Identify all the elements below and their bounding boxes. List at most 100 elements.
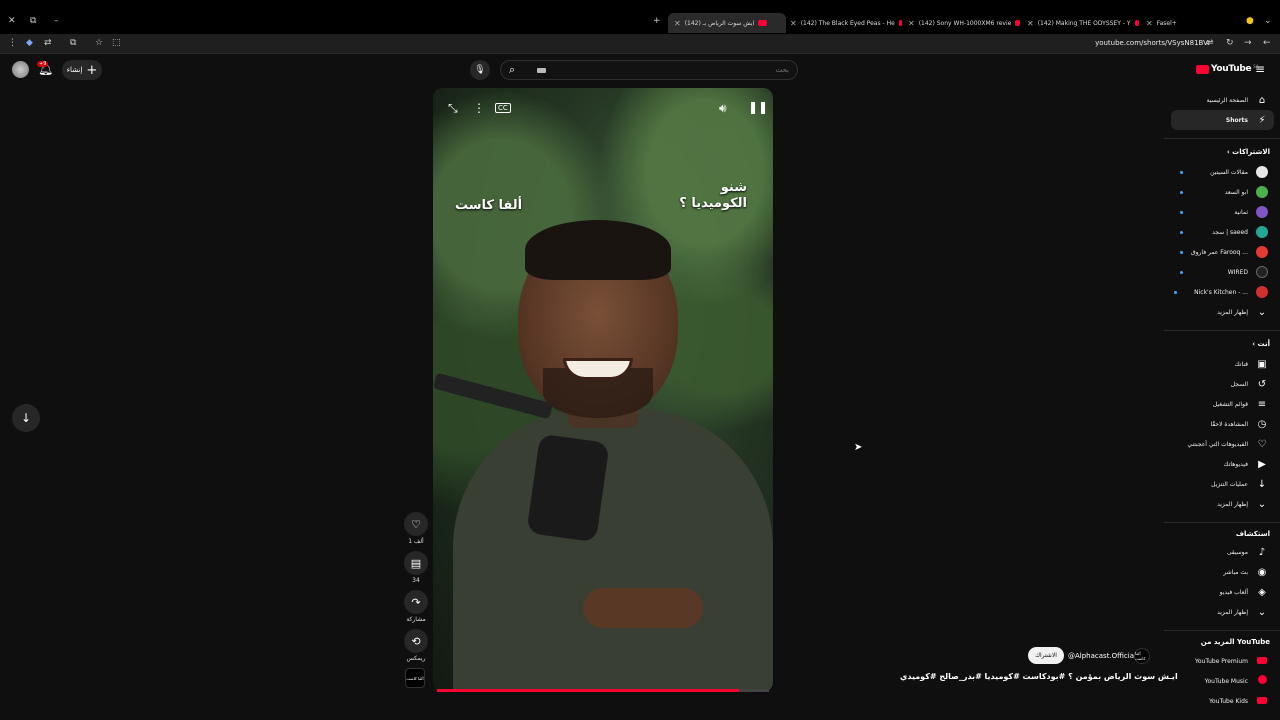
sidebar-item-downloads[interactable]: عمليات التنزيل ↓ bbox=[1164, 474, 1274, 494]
tab-close-icon[interactable]: ✕ bbox=[790, 19, 797, 28]
sidebar-item-music[interactable]: موسيقى ♪ bbox=[1164, 542, 1274, 562]
sidebar-show-more-subscriptions[interactable]: إظهار المزيد ⌄ bbox=[1164, 302, 1274, 322]
sidebar-item-your-videos[interactable]: فيديوهاتك ▶ bbox=[1164, 454, 1274, 474]
mouse-cursor-icon: ➤ bbox=[854, 442, 863, 453]
tab[interactable]: ✕ (142) Making THE ODYSSEY - Y bbox=[1027, 14, 1139, 32]
sidebar-item-shorts[interactable]: Shorts ⚡ bbox=[1171, 110, 1274, 130]
share-page-icon[interactable]: ⬚ bbox=[112, 38, 121, 48]
share-label: مشاركة bbox=[406, 616, 426, 623]
channel-avatar[interactable]: ألفا كاست bbox=[1134, 648, 1150, 664]
sidebar-item-subscription[interactable]: ثمانية bbox=[1164, 202, 1274, 222]
next-short-button[interactable]: ↓ bbox=[12, 404, 40, 432]
browser-menu-icon[interactable]: ⋮ bbox=[8, 38, 17, 48]
sidebar-item-youtube-kids[interactable]: YouTube Kids bbox=[1164, 691, 1274, 711]
sidebar-item-label: ثمانية bbox=[1234, 208, 1248, 216]
sidebar-item-watch-later[interactable]: المشاهدة لاحقًا ◷ bbox=[1164, 414, 1274, 434]
video-caption-left: ألفا كاست bbox=[455, 198, 523, 213]
tab-close-icon[interactable]: ✕ bbox=[674, 19, 681, 28]
share-button[interactable]: ↷ bbox=[404, 590, 428, 614]
subscriptions-heading[interactable]: ‹ الاشتراكات bbox=[1227, 148, 1270, 156]
you-title: أنت bbox=[1257, 340, 1270, 348]
profile-icon[interactable]: ◆ bbox=[26, 38, 33, 48]
logo-text: YouTube bbox=[1211, 64, 1252, 74]
sidebar-item-live[interactable]: بث مباشر ◉ bbox=[1164, 562, 1274, 582]
search-input[interactable]: بحث ⌕ bbox=[500, 60, 798, 80]
tab-label: Fasel+ bbox=[1156, 19, 1177, 27]
create-button[interactable]: إنشاء + bbox=[62, 60, 102, 80]
you-heading[interactable]: ‹ أنت bbox=[1252, 340, 1270, 348]
bookmark-star-icon[interactable]: ☆ bbox=[95, 38, 103, 48]
sidebar-item-youtube-premium[interactable]: YouTube Premium bbox=[1164, 651, 1274, 671]
keyboard-icon[interactable] bbox=[537, 68, 546, 73]
tab-close-icon[interactable]: ✕ bbox=[1027, 19, 1034, 28]
channel-name[interactable]: @Alphacast.Official bbox=[1068, 652, 1136, 660]
minimize-window-icon[interactable]: – bbox=[54, 16, 59, 26]
subscriptions-title: الاشتراكات bbox=[1232, 148, 1270, 156]
sidebar-show-more-you[interactable]: إظهار المزيد ⌄ bbox=[1164, 494, 1274, 514]
tab[interactable]: ✕ (142) Sony WH-1000XM6 revie bbox=[908, 14, 1020, 32]
reload-icon[interactable]: ↻ bbox=[1226, 38, 1234, 48]
close-window-icon[interactable]: ✕ bbox=[8, 16, 16, 26]
extension-icon[interactable]: ⇄ bbox=[44, 38, 52, 48]
site-settings-icon[interactable]: ⇌ bbox=[1206, 38, 1214, 48]
channel-avatar bbox=[1256, 266, 1268, 278]
comment-icon: ▤ bbox=[410, 556, 422, 570]
forward-icon[interactable]: → bbox=[1244, 38, 1252, 48]
shorts-icon: ⚡ bbox=[1258, 114, 1266, 126]
lightbulb-icon[interactable]: ● bbox=[1246, 16, 1254, 26]
sidebar-item-subscription[interactable]: ابو السعد bbox=[1164, 182, 1274, 202]
subscribe-button[interactable]: الاشتراك bbox=[1028, 647, 1064, 664]
like-button[interactable]: ♡ bbox=[404, 512, 428, 536]
short-video-player[interactable]: ألفا كاست شنو الكوميديا ؟ bbox=[433, 88, 773, 692]
sidebar-item-history[interactable]: السجل ↺ bbox=[1164, 374, 1274, 394]
avatar[interactable] bbox=[12, 61, 29, 78]
restore-window-icon[interactable]: ⧉ bbox=[30, 16, 36, 26]
back-icon[interactable]: ← bbox=[1263, 38, 1271, 48]
sidebar-item-playlists[interactable]: قوائم التشغيل ≡ bbox=[1164, 394, 1274, 414]
sidebar-item-subscription[interactable]: سجد | saeed bbox=[1164, 222, 1274, 242]
chevron-down-icon: ⌄ bbox=[1257, 606, 1267, 618]
tab-search-icon[interactable]: ⌄ bbox=[1264, 16, 1272, 26]
video-title[interactable]: ايـش سوت الرياض بمؤمن ؟ #بودكاست #كوميدي… bbox=[900, 672, 1178, 681]
sidebar-item-gaming[interactable]: ألعاب فيديو ◈ bbox=[1164, 582, 1274, 602]
chevron-down-icon: ⌄ bbox=[1257, 498, 1267, 510]
heart-icon: ♡ bbox=[411, 517, 421, 531]
tab[interactable]: ✕ Fasel+ bbox=[1146, 14, 1206, 32]
sidebar-item-label: Nick's Kitchen - ... bbox=[1194, 288, 1248, 296]
tab-active[interactable]: ✕ (142) ايش سوت الرياض بـ bbox=[668, 13, 786, 33]
sidebar-show-more-explore[interactable]: إظهار المزيد ⌄ bbox=[1164, 602, 1274, 622]
captions-icon[interactable]: CC bbox=[495, 103, 511, 113]
more-options-icon[interactable]: ⋮ bbox=[473, 101, 485, 115]
sidebar-item-liked-videos[interactable]: الفيديوهات التي أعجبتني ♡ bbox=[1164, 434, 1274, 454]
gaming-icon: ◈ bbox=[1258, 586, 1266, 598]
sidebar-item-subscription[interactable]: Nick's Kitchen - ... bbox=[1164, 282, 1274, 302]
channel-avatar bbox=[1256, 206, 1268, 218]
sidebar-item-subscription[interactable]: مقالات السيتين bbox=[1164, 162, 1274, 182]
sidebar-item-your-channel[interactable]: قناتك ▣ bbox=[1164, 354, 1274, 374]
sidebar-item-label: موسيقى bbox=[1226, 548, 1248, 556]
sidebar-item-label: YouTube Music bbox=[1204, 677, 1248, 685]
sidebar-item-subscription[interactable]: عمر فاروق Farooq ... bbox=[1164, 242, 1274, 262]
new-tab-icon[interactable]: + bbox=[653, 16, 661, 26]
sidebar-item-youtube-music[interactable]: YouTube Music bbox=[1164, 671, 1274, 691]
volume-icon[interactable]: 🔊︎ bbox=[719, 101, 727, 116]
search-icon[interactable]: ⌕ bbox=[509, 63, 515, 77]
youtube-logo[interactable]: YouTube SA bbox=[1196, 64, 1259, 74]
pause-icon[interactable]: ❚❚ bbox=[748, 100, 768, 114]
voice-search-icon[interactable]: 🎙︎ bbox=[470, 60, 490, 80]
fullscreen-icon[interactable]: ⤡ bbox=[448, 101, 458, 116]
tab-close-icon[interactable]: ✕ bbox=[1146, 19, 1153, 28]
divider bbox=[1164, 630, 1280, 631]
channel-thumbnail[interactable]: ألفا كاست bbox=[405, 668, 425, 688]
tab-close-icon[interactable]: ✕ bbox=[908, 19, 915, 28]
sidebar-item-subscription[interactable]: WIRED bbox=[1164, 262, 1274, 282]
channel-avatar bbox=[1256, 286, 1268, 298]
channel-avatar bbox=[1256, 166, 1268, 178]
hamburger-menu-icon[interactable]: ≡ bbox=[1255, 62, 1265, 76]
sidebar-item-home[interactable]: الصفحة الرئيسية ⌂ bbox=[1164, 90, 1274, 110]
tab[interactable]: ✕ (142) The Black Eyed Peas - He bbox=[790, 14, 902, 32]
url-field[interactable]: youtube.com/shorts/VSysN81BVI bbox=[1095, 39, 1210, 47]
remix-button[interactable]: ⟲ bbox=[404, 629, 428, 653]
puzzle-icon[interactable]: ⧉ bbox=[70, 38, 76, 48]
comments-button[interactable]: ▤ bbox=[404, 551, 428, 575]
